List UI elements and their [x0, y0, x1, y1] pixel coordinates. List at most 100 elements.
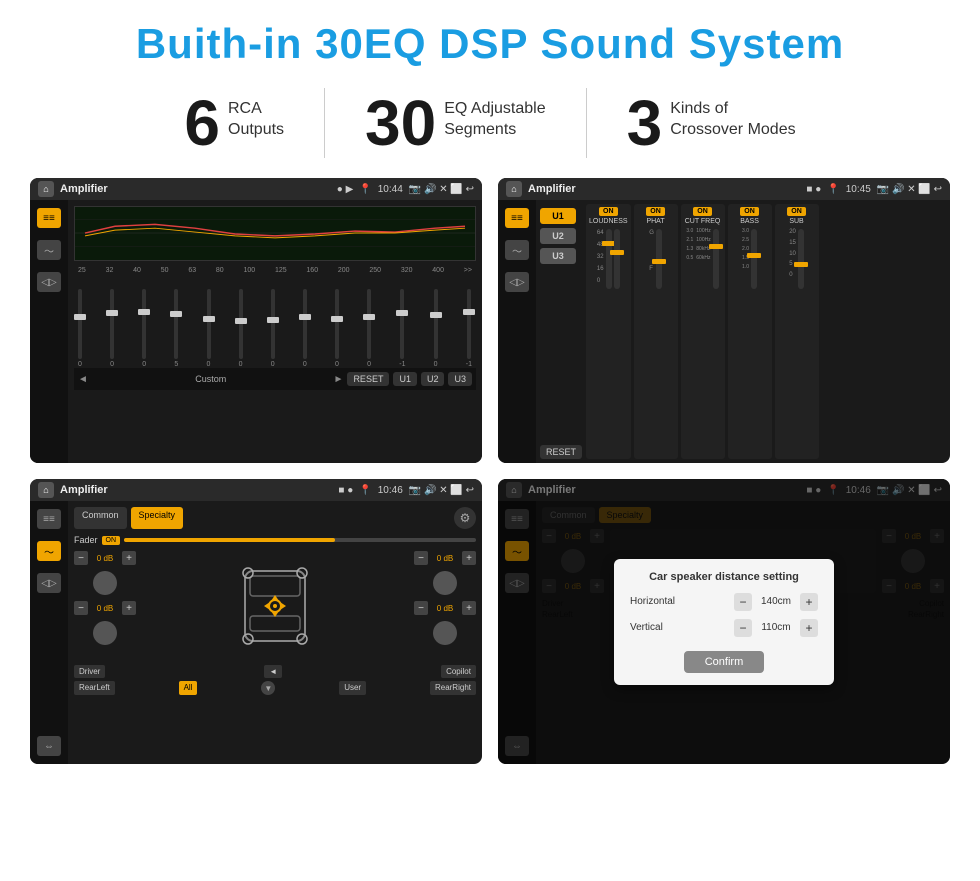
- tab-specialty-3[interactable]: Specialty: [131, 507, 184, 529]
- slider-thumb-5[interactable]: [235, 318, 247, 324]
- fader-fill: [124, 538, 335, 542]
- stat-eq: 30 EQ AdjustableSegments: [325, 91, 586, 155]
- nav-speaker-icon[interactable]: ◁▷: [37, 272, 61, 292]
- cutfreq-thumb[interactable]: [709, 244, 723, 249]
- slider-thumb-12[interactable]: [463, 309, 475, 315]
- db-fl-minus[interactable]: −: [74, 551, 88, 565]
- phat-on: ON: [646, 207, 665, 216]
- speaker-diagram: [142, 551, 408, 661]
- u2-btn-1[interactable]: U2: [421, 372, 445, 386]
- settings-icon-3[interactable]: ⚙: [454, 507, 476, 529]
- all-btn[interactable]: All: [179, 681, 198, 695]
- u1-btn-1[interactable]: U1: [393, 372, 417, 386]
- phat-thumb[interactable]: [652, 259, 666, 264]
- db-rl-minus[interactable]: −: [74, 601, 88, 615]
- dialog-horizontal-minus[interactable]: −: [734, 593, 752, 611]
- u2-btn-2[interactable]: U2: [540, 228, 576, 244]
- bass-sliders: 3.02.52.01.51.0: [742, 227, 757, 291]
- dialog-vertical-plus[interactable]: +: [800, 619, 818, 637]
- next-arrow[interactable]: ►: [334, 374, 344, 385]
- icons-2: 📷 🔊 ✕ ⬜ ↩: [877, 184, 942, 195]
- u1-btn-2[interactable]: U1: [540, 208, 576, 224]
- dialog-vertical-row: Vertical − 110cm +: [630, 619, 818, 637]
- time-1: 10:44: [378, 184, 403, 195]
- fader-slider[interactable]: [124, 538, 476, 542]
- db-fr: − 0 dB +: [414, 551, 476, 565]
- dialog-horizontal-plus[interactable]: +: [800, 593, 818, 611]
- loudness-thumb-2[interactable]: [610, 250, 624, 255]
- home-icon-2[interactable]: ⌂: [506, 181, 522, 197]
- slider-col-5: 0: [239, 289, 243, 368]
- driver-btn[interactable]: Driver: [74, 665, 105, 678]
- cutfreq-on: ON: [693, 207, 712, 216]
- speaker-circle-rr: [433, 621, 457, 645]
- sub-thumb[interactable]: [794, 262, 808, 267]
- home-icon-3[interactable]: ⌂: [38, 482, 54, 498]
- u3-btn-2[interactable]: U3: [540, 248, 576, 264]
- nav-wave-icon[interactable]: 〜: [37, 240, 61, 260]
- nav-wave-icon-3[interactable]: 〜: [37, 541, 61, 561]
- nav-wave-icon-2[interactable]: 〜: [505, 240, 529, 260]
- db-rl-plus[interactable]: +: [122, 601, 136, 615]
- prev-arrow[interactable]: ◄: [78, 374, 88, 385]
- db-fr-minus[interactable]: −: [414, 551, 428, 565]
- screen-dialog: ⌂ Amplifier ■ ● 📍 10:46 📷 🔊 ✕ ⬜ ↩ ≡≡ 〜 ◁…: [498, 479, 950, 764]
- screen-eq: ⌂ Amplifier ● ▶ 📍 10:44 📷 🔊 ✕ ⬜ ↩ ≡≡ 〜 ◁…: [30, 178, 482, 463]
- stat-rca: 6 RCAOutputs: [144, 91, 324, 155]
- rearleft-btn[interactable]: RearLeft: [74, 681, 115, 695]
- db-fl-value: 0 dB: [91, 554, 119, 563]
- db-rr-minus[interactable]: −: [414, 601, 428, 615]
- stat-number-rca: 6: [184, 91, 220, 155]
- nav-speaker-icon-2[interactable]: ◁▷: [505, 272, 529, 292]
- nav-eq-icon[interactable]: ≡≡: [37, 208, 61, 228]
- dialog-overlay: Car speaker distance setting Horizontal …: [498, 479, 950, 764]
- left-arrow-btn[interactable]: ◄: [264, 665, 282, 678]
- u3-btn-1[interactable]: U3: [448, 372, 472, 386]
- slider-thumb-6[interactable]: [267, 317, 279, 323]
- slider-thumb-10[interactable]: [396, 310, 408, 316]
- slider-thumb-8[interactable]: [331, 316, 343, 322]
- screen-row-2: ≡≡ 〜 ◁▷ U1 U2 U3 RESET: [498, 200, 950, 463]
- user-btn[interactable]: User: [339, 681, 366, 695]
- dialog-horizontal-control: − 140cm +: [734, 593, 818, 611]
- home-icon-1[interactable]: ⌂: [38, 181, 54, 197]
- db-rr-plus[interactable]: +: [462, 601, 476, 615]
- u-buttons-panel: U1 U2 U3 RESET: [540, 204, 582, 459]
- slider-thumb-3[interactable]: [170, 311, 182, 317]
- dialog-vertical-minus[interactable]: −: [734, 619, 752, 637]
- rearright-btn[interactable]: RearRight: [430, 681, 476, 695]
- side-nav-1: ≡≡ 〜 ◁▷: [30, 200, 68, 463]
- reset-btn-1[interactable]: RESET: [347, 372, 389, 386]
- nav-expand-icon-3[interactable]: ⇔: [37, 736, 61, 756]
- dialog-title: Car speaker distance setting: [630, 571, 818, 583]
- bass-thumb[interactable]: [747, 253, 761, 258]
- slider-thumb-0[interactable]: [74, 314, 86, 320]
- slider-col-6: 0: [271, 289, 275, 368]
- reset-btn-2[interactable]: RESET: [540, 445, 582, 459]
- sub-on: ON: [787, 207, 806, 216]
- slider-thumb-9[interactable]: [363, 314, 375, 320]
- db-fr-plus[interactable]: +: [462, 551, 476, 565]
- car-svg: [230, 551, 320, 661]
- slider-thumb-11[interactable]: [430, 312, 442, 318]
- sub-label: SUB: [789, 218, 803, 225]
- fader-on-badge: ON: [102, 536, 121, 545]
- slider-thumb-7[interactable]: [299, 314, 311, 320]
- tab-common-3[interactable]: Common: [74, 507, 127, 529]
- slider-col-3: 5: [174, 289, 178, 368]
- nav-eq-icon-3[interactable]: ≡≡: [37, 509, 61, 529]
- sub-sliders: 20151050: [789, 227, 804, 291]
- nav-eq-icon-2[interactable]: ≡≡: [505, 208, 529, 228]
- icons-3: 📷 🔊 ✕ ⬜ ↩: [409, 485, 474, 496]
- bass-section: ON BASS 3.02.52.01.51.0: [728, 204, 772, 459]
- slider-thumb-4[interactable]: [203, 316, 215, 322]
- screen-crossover: ⌂ Amplifier ■ ● 📍 10:46 📷 🔊 ✕ ⬜ ↩ ≡≡ 〜 ◁…: [30, 479, 482, 764]
- side-nav-3: ≡≡ 〜 ◁▷ ⇔: [30, 501, 68, 764]
- copilot-btn[interactable]: Copilot: [441, 665, 476, 678]
- confirm-button[interactable]: Confirm: [684, 651, 764, 673]
- slider-thumb-2[interactable]: [138, 309, 150, 315]
- db-fl-plus[interactable]: +: [122, 551, 136, 565]
- nav-speaker-icon-3[interactable]: ◁▷: [37, 573, 61, 593]
- down-arrow-btn[interactable]: ▼: [261, 681, 275, 695]
- slider-thumb-1[interactable]: [106, 310, 118, 316]
